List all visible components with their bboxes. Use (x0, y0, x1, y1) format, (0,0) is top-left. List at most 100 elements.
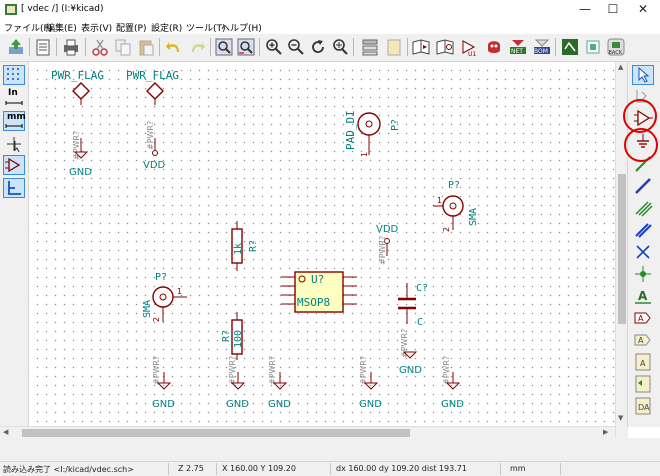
scroll-right-icon[interactable]: ▶ (603, 428, 608, 436)
sma-connector[interactable]: P? 1 2 SMA (433, 180, 479, 232)
menu-tools[interactable]: ツール(T) (186, 21, 226, 34)
zoom-out-icon[interactable] (286, 37, 306, 57)
print-icon[interactable] (61, 37, 81, 57)
hierarchy-navigator-icon[interactable] (360, 37, 380, 57)
sheet-pin-icon[interactable]: DA (632, 396, 654, 416)
menu-help[interactable]: ヘルプ(H) (221, 21, 262, 34)
library-browser-icon[interactable] (435, 37, 455, 57)
sma-pin-2: 2 (442, 227, 451, 232)
grid-icon (7, 68, 19, 80)
save-project-icon[interactable] (6, 37, 26, 57)
gnd-symbol[interactable]: #PWR? GND (359, 356, 382, 410)
r1-value: 1k (233, 243, 244, 255)
bom-icon[interactable]: BOM (532, 37, 552, 57)
scroll-left-icon[interactable]: ◀ (3, 428, 8, 436)
vertical-scroll-thumb[interactable] (618, 174, 626, 324)
maximize-button[interactable]: ☐ (598, 0, 628, 19)
scroll-down-icon[interactable]: ▼ (618, 414, 623, 422)
sma-connector[interactable]: P? 1 2 SMA (142, 272, 187, 322)
redraw-icon[interactable] (308, 37, 328, 57)
pwr-flag-symbol[interactable]: PWR_FLAG (126, 69, 179, 105)
scroll-up-icon[interactable]: ▲ (618, 63, 623, 71)
gnd-symbol[interactable]: #PWR? GND (152, 356, 175, 410)
menu-view[interactable]: 表示(V) (81, 21, 112, 34)
copy-icon[interactable] (113, 37, 133, 57)
svg-text:A: A (638, 289, 648, 303)
gnd-symbol[interactable]: #PWR? GND (399, 329, 422, 376)
annotate-icon[interactable]: U1 (460, 37, 480, 57)
eeschema-app-icon (5, 4, 17, 15)
schematic-canvas[interactable]: PWR_FLAG PWR_FLAG #PWR? GND #PWR? VDD PA… (29, 62, 615, 426)
cut-icon[interactable] (90, 37, 110, 57)
global-label-icon[interactable]: A (632, 308, 654, 328)
redo-icon[interactable] (187, 37, 207, 57)
place-bus-icon[interactable] (632, 176, 654, 196)
select-tool-button[interactable] (632, 65, 654, 85)
pad-connector[interactable]: PAD_DI P? 1 (344, 110, 401, 157)
horizontal-scroll-thumb[interactable] (22, 429, 410, 437)
ic-msop8[interactable]: U? MSOP8 (281, 271, 357, 313)
gnd-symbol[interactable]: #PWR? GND (441, 356, 464, 410)
find-icon[interactable] (214, 37, 234, 57)
resistor-100[interactable]: 100 R? (221, 312, 244, 360)
import-footprints-icon[interactable] (583, 37, 603, 57)
gnd-label: GND (226, 399, 249, 410)
resistor-1k[interactable]: 1k R? (231, 221, 259, 271)
hidden-pins-button[interactable] (3, 155, 25, 175)
vdd-symbol[interactable]: VDD #PWR? (376, 224, 399, 265)
minimize-button[interactable]: — (570, 0, 600, 19)
svg-text:NET: NET (511, 48, 523, 55)
pwr-flag-label: PWR_FLAG (51, 69, 104, 82)
relative-coordinates: dx 160.00 dy 109.20 dist 193.71 (336, 464, 467, 473)
schematic-drawing: PWR_FLAG PWR_FLAG #PWR? GND #PWR? VDD PA… (51, 69, 479, 410)
wire-orientation-button[interactable] (3, 178, 25, 198)
zoom-in-icon[interactable] (264, 37, 284, 57)
no-connect-icon[interactable] (632, 242, 654, 262)
sheet-setup-icon[interactable] (33, 37, 53, 57)
close-button[interactable]: ✕ (628, 0, 658, 19)
pcbnew-back-icon[interactable]: BACK (606, 37, 626, 57)
units-inch-button[interactable]: In (3, 88, 25, 108)
import-sheet-pin-icon[interactable] (632, 374, 654, 394)
menu-file[interactable]: ファイル(F) (4, 21, 52, 34)
electrical-rules-check-icon[interactable] (484, 37, 504, 57)
netlist-icon[interactable]: NET (508, 37, 528, 57)
pwr-flag-symbol[interactable]: PWR_FLAG (51, 69, 104, 105)
gnd-reference: #PWR? (152, 356, 161, 385)
units-inch-label: In (8, 88, 18, 98)
gnd-symbol[interactable]: #PWR? GND (226, 356, 249, 410)
menu-place[interactable]: 配置(P) (116, 21, 146, 34)
junction-icon[interactable] (632, 264, 654, 284)
hierarchical-sheet-icon[interactable]: A (632, 352, 654, 372)
wire-to-bus-entry-icon[interactable] (632, 198, 654, 218)
capacitor[interactable]: C? C (398, 283, 428, 328)
cursor-shape-icon[interactable] (3, 134, 25, 154)
main-toolbar: U1 NET BOM BACK (0, 34, 660, 62)
grid-toggle-button[interactable] (3, 65, 25, 85)
svg-text:A: A (638, 336, 644, 345)
units-mm-label: mm (7, 112, 26, 122)
cap-value: C (417, 317, 423, 328)
hierarchical-label-icon[interactable]: A (632, 330, 654, 350)
menu-edit[interactable]: 編集(E) (46, 21, 77, 34)
bus-to-bus-entry-icon[interactable] (632, 220, 654, 240)
net-label-icon[interactable]: A (632, 286, 654, 306)
pad-name: PAD_DI (344, 110, 357, 150)
pointer-icon (638, 66, 650, 83)
gnd-symbol[interactable]: #PWR? GND (268, 356, 291, 410)
paste-icon[interactable] (136, 37, 156, 57)
find-replace-icon[interactable] (236, 37, 256, 57)
gnd-label: GND (441, 399, 464, 410)
vdd-symbol[interactable]: #PWR? VDD (143, 121, 166, 171)
assign-footprints-icon[interactable] (560, 37, 580, 57)
pad-reference: P? (390, 119, 401, 131)
undo-icon[interactable] (164, 37, 184, 57)
status-bar: 読み込み完了 <I:/kicad/vdec.sch> Z 2.75 X 160.… (0, 461, 660, 476)
gnd-symbol[interactable]: #PWR? GND (69, 131, 92, 178)
zoom-fit-icon[interactable] (330, 37, 350, 57)
library-editor-icon[interactable] (411, 37, 431, 57)
leave-sheet-icon[interactable] (384, 37, 404, 57)
units-mm-button[interactable]: mm (3, 111, 26, 131)
svg-text:BOM: BOM (534, 48, 548, 55)
menu-preferences[interactable]: 設定(R) (151, 21, 182, 34)
